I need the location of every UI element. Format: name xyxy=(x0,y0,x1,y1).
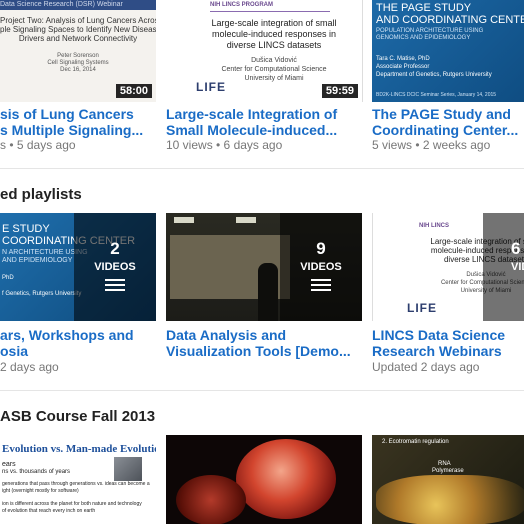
thumbnail-slide-line: diverse LINCS datasets xyxy=(226,40,322,50)
video-title-line: Small Molecule-induced... xyxy=(166,122,338,138)
thumbnail-slide-line: Tara C. Matise, PhD xyxy=(376,56,430,62)
thumbnail-slide-line: E STUDY xyxy=(2,223,50,235)
section-title-course[interactable]: ASB Course Fall 2013 xyxy=(0,408,155,425)
playlist-title-line: Data Analysis and xyxy=(166,327,287,343)
playlist-thumbnail-data-analysis[interactable]: 9 VIDEOS xyxy=(166,213,362,321)
thumbnail-header: Data Science Research (DSR) Webinar xyxy=(0,0,156,10)
playlist-video-count: 9 xyxy=(316,239,326,258)
thumbnail-slide-line: PhD xyxy=(2,275,14,281)
playlist-videos-label: VIDEOS xyxy=(300,261,342,273)
nih-lincs-logo: NIH LINCS xyxy=(419,223,449,229)
video-title-line: The PAGE Study and xyxy=(372,106,511,122)
video-meta: 5 views • 2 weeks ago xyxy=(372,138,491,152)
video-duration: 59:59 xyxy=(321,84,358,98)
thumbnail-slide-line: Drivers and Network Connectivity xyxy=(18,34,138,43)
playlist-title-line: LINCS Data Science xyxy=(372,327,506,343)
playlist-icon xyxy=(311,279,331,294)
video-title[interactable]: Large-scale Integration of Small Molecul… xyxy=(166,106,366,138)
playlist-videos-label: VIDEOS xyxy=(511,261,524,273)
life-logo: LIFE xyxy=(196,80,226,94)
playlist-video-count: 6 xyxy=(511,239,521,258)
thumbnail-slide-line: Center for Computational Science xyxy=(221,66,327,73)
video-thumbnail-chromatin-regulation[interactable]: 2. Ecotromatin regulation RNA Polymerase xyxy=(372,435,524,524)
thumbnail-slide-line: of evolution that reach every inch on ea… xyxy=(2,508,96,514)
thumbnail-slide-line: Large-scale integration of small xyxy=(211,18,337,28)
playlist-count-overlay: 9 VIDEOS xyxy=(280,213,362,321)
thumbnail-slide-line: ight (overnight mostly for software) xyxy=(2,488,79,494)
thumbnail-slide-line: Dušica Vidović xyxy=(251,57,297,64)
life-logo: LIFE xyxy=(407,301,437,315)
thumbnail-slide-line: AND EPIDEMIOLOGY xyxy=(2,257,73,264)
thumbnail-slide-line: Polymerase xyxy=(432,468,464,474)
thumbnail-slide-line: ns vs. thousands of years xyxy=(2,469,71,475)
video-thumbnail-page-study[interactable]: THE PAGE STUDY AND COORDINATING CENTER P… xyxy=(372,0,524,102)
video-thumbnail-large-scale-integration[interactable]: NIH LINCS PROGRAM Large-scale integratio… xyxy=(166,0,363,102)
slide-rule xyxy=(210,11,330,12)
thumbnail-slide-title: Evolution vs. Man-made Evolution xyxy=(2,443,156,455)
video-thumbnail-evolution[interactable]: Evolution vs. Man-made Evolution ears ns… xyxy=(0,435,156,524)
thumbnail-footer: BD2K-LINCS DCIC Seminar Series, January … xyxy=(376,92,497,98)
video-title-line: sis of Lung Cancers xyxy=(0,106,134,122)
thumbnail-slide-line: ears xyxy=(2,461,16,468)
thumbnail-slide-line: THE PAGE STUDY xyxy=(376,2,472,14)
playlist-video-count: 2 xyxy=(110,239,120,258)
thumbnail-slide-line: molecule-induced responses in xyxy=(211,29,337,39)
thumbnail-slide-line: Dec 16, 2014 xyxy=(60,67,96,73)
video-meta: 10 views • 6 days ago xyxy=(166,138,283,152)
video-thumbnail-cell-render[interactable] xyxy=(166,435,362,524)
playlist-videos-label: VIDEOS xyxy=(94,261,136,273)
thumbnail-slide-line: f Genetics, Rutgers University xyxy=(2,291,82,297)
thumbnail-slide-line: Associate Professor xyxy=(376,64,430,70)
playlist-thumbnail-seminars[interactable]: E STUDY COORDINATING CENTER N ARCHITECTU… xyxy=(0,213,156,321)
thumbnail-slide-line: Department of Genetics, Rutgers Universi… xyxy=(376,72,492,78)
thumbnail-slide-line: GENOMICS AND EPIDEMIOLOGY xyxy=(376,35,471,41)
thumbnail-slide-line: POPULATION ARCHITECTURE USING xyxy=(376,28,484,34)
playlist-title-line: ars, Workshops and xyxy=(0,327,134,343)
video-thumbnail-lung-cancers[interactable]: Data Science Research (DSR) Webinar Proj… xyxy=(0,0,156,102)
playlist-title[interactable]: ars, Workshops and osia xyxy=(0,327,160,359)
nih-lincs-logo: NIH LINCS PROGRAM xyxy=(210,2,273,8)
playlist-count-overlay: 6 VIDEOS xyxy=(483,213,524,321)
thumbnail-slide-line: generations that pass through generation… xyxy=(2,481,150,487)
playlist-icon xyxy=(105,279,125,294)
thumbnail-slide-line: AND COORDINATING CENTER xyxy=(376,14,524,26)
playlist-title[interactable]: Data Analysis and Visualization Tools [D… xyxy=(166,327,366,359)
thumbnail-slide-line: RNA xyxy=(438,461,451,467)
video-title[interactable]: sis of Lung Cancers s Multiple Signaling… xyxy=(0,106,160,138)
cell-image xyxy=(236,439,336,519)
thumbnail-photo xyxy=(114,457,142,481)
playlist-title-line: Research Webinars xyxy=(372,343,502,359)
playlist-title-line: Visualization Tools [Demo... xyxy=(166,343,351,359)
cell-image xyxy=(176,475,246,524)
ceiling-light xyxy=(236,217,256,223)
thumbnail-slide-line: Project Two: Analysis of Lung Cancers Ac… xyxy=(0,16,156,25)
video-title-line: Large-scale Integration of xyxy=(166,106,338,122)
section-title-playlists[interactable]: ed playlists xyxy=(0,186,82,203)
video-title[interactable]: The PAGE Study and Coordinating Center..… xyxy=(372,106,524,138)
thumbnail-slide-line: ion is different across the planet for b… xyxy=(2,501,142,507)
ceiling-light xyxy=(174,217,194,223)
section-divider xyxy=(0,168,524,169)
section-divider xyxy=(0,390,524,391)
playlist-meta: Updated 2 days ago xyxy=(372,360,480,374)
playlist-title[interactable]: LINCS Data Science Research Webinars xyxy=(372,327,524,359)
playlist-thumbnail-lincs-webinars[interactable]: NIH LINCS Large-scale integration of sma… xyxy=(372,213,524,321)
molecule-blob xyxy=(376,475,524,524)
video-duration: 58:00 xyxy=(115,84,152,98)
thumbnail-slide-line: ple Signaling Spaces to Identify New Dis… xyxy=(0,25,156,34)
thumbnail-slide-title: 2. Ecotromatin regulation xyxy=(382,439,449,445)
playlist-title-line: osia xyxy=(0,343,29,359)
playlist-count-overlay: 2 VIDEOS xyxy=(74,213,156,321)
playlist-meta: 2 days ago xyxy=(0,360,59,374)
video-meta: s • 5 days ago xyxy=(0,138,76,152)
video-title-line: s Multiple Signaling... xyxy=(0,122,144,138)
video-title-line: Coordinating Center... xyxy=(372,122,519,138)
presenter-silhouette xyxy=(258,263,278,321)
